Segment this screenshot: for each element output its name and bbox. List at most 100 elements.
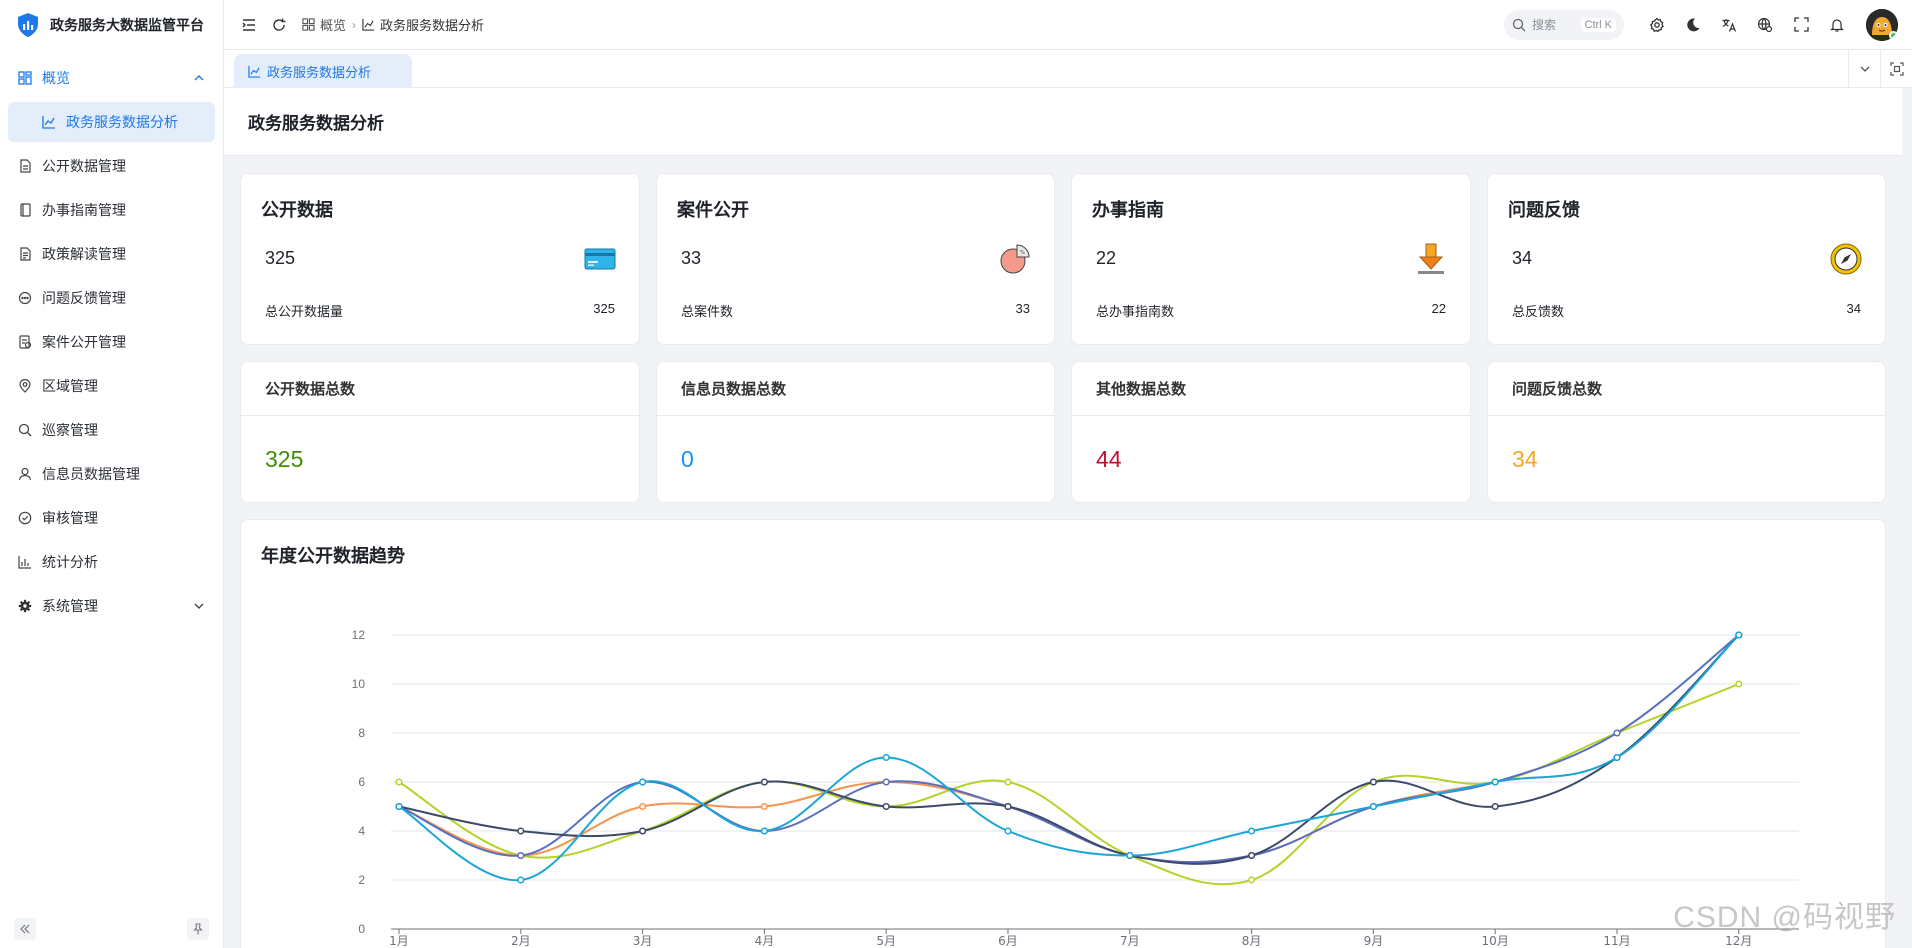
- stat-footer-value: 33: [1015, 301, 1030, 316]
- stat-footer-label: 总办事指南数: [1096, 304, 1175, 319]
- series-line-2: [398, 634, 1740, 864]
- sidebar-item-label: 问题反馈管理: [42, 290, 126, 306]
- chart-icon: [362, 18, 375, 31]
- data-point: [1735, 631, 1743, 639]
- sidebar-item-feedback[interactable]: 问题反馈管理: [8, 278, 215, 318]
- data-point: [639, 827, 647, 835]
- data-point: [882, 802, 890, 811]
- search-shortcut: Ctrl K: [1580, 17, 1616, 32]
- pin-icon: [193, 923, 203, 935]
- theme-toggle-button[interactable]: [1678, 10, 1708, 40]
- tabs-bar: 政务服务数据分析: [224, 50, 1912, 88]
- breadcrumb-item-current[interactable]: 政务服务数据分析: [362, 15, 484, 34]
- series-line-5: [398, 634, 1740, 882]
- refresh-button[interactable]: [264, 10, 294, 40]
- data-point: [639, 778, 647, 786]
- data-point: [1491, 778, 1499, 786]
- online-status-dot: [1889, 30, 1898, 40]
- network-button[interactable]: [1750, 10, 1780, 40]
- sidebar-item-label: 信息员数据管理: [42, 466, 140, 482]
- stat-title: 公开数据: [261, 200, 333, 220]
- svg-text:%: %: [1020, 250, 1025, 256]
- stat-footer-value: 325: [593, 301, 615, 316]
- y-tick-label: 4: [358, 824, 365, 838]
- sidebar-item-service-analysis[interactable]: 政务服务数据分析: [8, 102, 215, 142]
- series-line-4: [398, 634, 1740, 865]
- y-tick-label: 2: [358, 873, 365, 887]
- tab-service-analysis[interactable]: 政务服务数据分析: [234, 54, 412, 88]
- pin-sidebar-button[interactable]: [187, 918, 209, 940]
- chart-icon: [42, 115, 56, 129]
- header-actions: 搜索 Ctrl K: [1504, 8, 1912, 41]
- trend-line-chart: 0 2 4 6 8 10 12 1月 2月 3月 4月 5月 6月 7月 8月 9月 10月 11月 12月: [352, 628, 1799, 948]
- settings-button[interactable]: [1642, 10, 1672, 40]
- brand[interactable]: 政务服务大数据监管平台: [0, 0, 223, 50]
- collapse-sidebar-button[interactable]: [14, 918, 36, 940]
- watermark: CSDN @码视野: [1673, 901, 1896, 934]
- data-point: [1248, 827, 1256, 835]
- sidebar-item-inspection[interactable]: 巡察管理: [8, 410, 215, 450]
- x-tick-label: 3月: [633, 934, 653, 948]
- total-value: 44: [1096, 446, 1122, 472]
- data-point: [882, 778, 890, 786]
- data-point: [395, 802, 403, 811]
- check-circle-icon: [18, 511, 32, 525]
- sidebar-item-label: 区域管理: [42, 378, 98, 394]
- data-point: [882, 753, 890, 762]
- focus-icon: [1889, 61, 1904, 76]
- stat-card-feedback: 问题反馈 34 总反馈数 34: [1487, 173, 1886, 345]
- data-point: [1369, 778, 1377, 786]
- page-header: 政务服务数据分析: [224, 88, 1902, 156]
- notifications-button[interactable]: [1822, 10, 1852, 40]
- search-icon: [1512, 18, 1526, 31]
- stat-card-case: 案件公开 33 % 总案件数 33: [656, 173, 1055, 345]
- data-point: [517, 876, 525, 884]
- chevron-down-icon: [194, 603, 204, 609]
- search-input[interactable]: 搜索 Ctrl K: [1504, 9, 1624, 40]
- tab-maximize-button[interactable]: [1880, 50, 1912, 87]
- x-tick-label: 9月: [1364, 934, 1384, 948]
- total-value: 0: [681, 446, 694, 472]
- case-file-icon: [18, 335, 32, 349]
- sidebar-menu: 概览 政务服务数据分析 公开数据管理 办事指南管理 政策解读管理 问题反馈管理 …: [0, 50, 223, 626]
- fullscreen-button[interactable]: [1786, 10, 1816, 40]
- sidebar-item-guide[interactable]: 办事指南管理: [8, 190, 215, 230]
- sidebar-item-case[interactable]: 案件公开管理: [8, 322, 215, 362]
- stat-card-public-data: 公开数据 325 总公开数据量 325: [240, 173, 640, 345]
- sidebar-item-region[interactable]: 区域管理: [8, 366, 215, 406]
- sidebar-item-review[interactable]: 审核管理: [8, 498, 215, 538]
- data-point: [517, 851, 525, 860]
- sidebar-item-public-data[interactable]: 公开数据管理: [8, 146, 215, 186]
- breadcrumb-separator: ›: [352, 17, 357, 32]
- stat-value: 34: [1512, 248, 1533, 268]
- data-point: [1248, 851, 1256, 860]
- language-button[interactable]: [1714, 10, 1744, 40]
- sidebar-item-system[interactable]: 系统管理: [8, 586, 215, 626]
- y-tick-label: 0: [358, 922, 365, 936]
- sidebar-item-overview[interactable]: 概览: [8, 58, 215, 98]
- data-point: [760, 778, 768, 786]
- tab-dropdown-button[interactable]: [1848, 50, 1880, 87]
- data-point: [1613, 729, 1621, 737]
- stat-title: 案件公开: [677, 200, 749, 220]
- shield-logo-icon: [18, 13, 38, 37]
- dashboard-icon: [302, 18, 315, 31]
- bell-icon: [1830, 18, 1844, 32]
- data-point: [639, 802, 647, 811]
- stat-footer-label: 总反馈数: [1512, 304, 1565, 319]
- sidebar-item-statistics[interactable]: 统计分析: [8, 542, 215, 582]
- tab-label: 政务服务数据分析: [267, 64, 372, 80]
- menu-toggle-button[interactable]: [234, 10, 264, 40]
- search-placeholder: 搜索: [1532, 18, 1557, 32]
- x-tick-label: 11月: [1603, 934, 1630, 948]
- breadcrumb-item-overview[interactable]: 概览: [302, 15, 346, 34]
- sidebar-item-informant[interactable]: 信息员数据管理: [8, 454, 215, 494]
- sidebar-item-label: 案件公开管理: [42, 334, 126, 350]
- breadcrumb-label: 概览: [320, 18, 347, 33]
- bar-chart-icon: [18, 555, 32, 569]
- data-point: [395, 778, 403, 786]
- sidebar-item-policy[interactable]: 政策解读管理: [8, 234, 215, 274]
- stat-value: 22: [1096, 248, 1117, 268]
- avatar[interactable]: [1866, 8, 1898, 41]
- refresh-icon: [273, 18, 286, 31]
